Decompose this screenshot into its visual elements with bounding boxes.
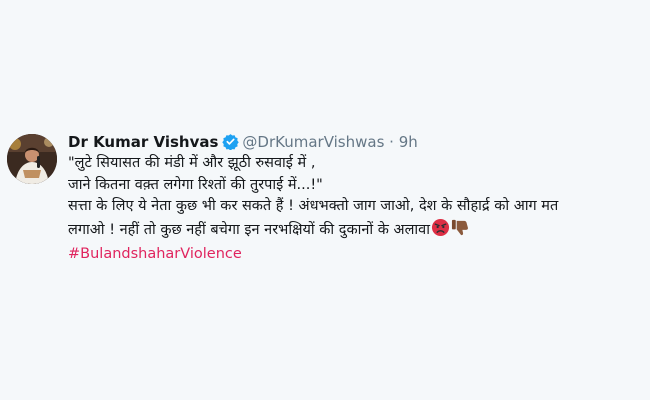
tweet-text-line: सत्ता के लिए ये नेता कुछ भी कर सकते हैं … [68,198,559,215]
avatar[interactable] [7,134,57,184]
tweet-text-line-with-emoji: लगाओ ! नहीं तो कुछ नहीं बचेगा इन नरभक्षि… [68,218,628,245]
tweet-text: "लुटे सियासत की मंडी में और झूठी रुसवाई … [68,153,628,266]
angry-face-icon [431,218,450,245]
separator-dot: · [389,133,394,151]
hashtag-link[interactable]: #BulandshaharViolence [68,246,242,262]
tweet-header: Dr Kumar Vishvas @DrKumarVishwas · 9h [68,133,418,154]
author-name[interactable]: Dr Kumar Vishvas [68,133,218,151]
tweet-text-line: लगाओ ! नहीं तो कुछ नहीं बचेगा इन नरभक्षि… [68,221,430,238]
tweet-timestamp[interactable]: 9h [399,133,418,151]
tweet-text-line: "लुटे सियासत की मंडी में और झूठी रुसवाई … [68,155,316,171]
author-handle[interactable]: @DrKumarVishwas [242,133,384,151]
thumbs-down-icon [451,218,470,245]
tweet[interactable]: Dr Kumar Vishvas @DrKumarVishwas · 9h "लु… [0,126,650,276]
hashtag-line: #BulandshaharViolence [68,244,628,266]
tweet-text-line: जाने कितना वक़्त लगेगा रिश्तों की तुरपाई… [68,176,323,193]
verified-badge-icon [222,133,240,154]
avatar-image [7,134,57,184]
page: Dr Kumar Vishvas @DrKumarVishwas · 9h "लु… [0,0,650,400]
